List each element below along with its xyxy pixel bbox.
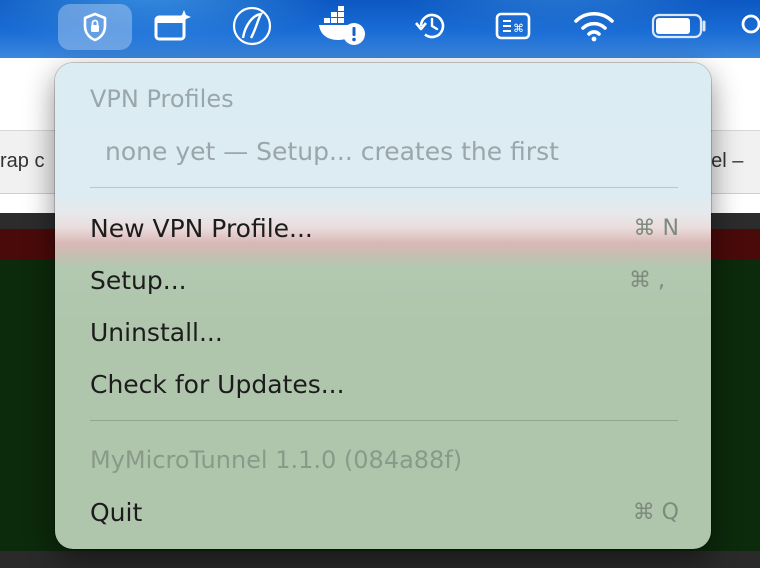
menu-item-label: Check for Updates... — [90, 369, 345, 399]
window-sparkle-icon[interactable] — [146, 0, 198, 52]
menu-empty-note: none yet — Setup... creates the first — [55, 127, 711, 175]
menu-item-shortcut: ⌘ Q — [632, 499, 679, 525]
keyboard-menu-icon[interactable]: ⌘ — [487, 0, 539, 52]
menu-item-uninstall[interactable]: Uninstall... — [55, 308, 711, 356]
background-tab-left-text: rap c — [0, 150, 45, 172]
menu-item-label: Uninstall... — [90, 317, 223, 347]
version-label: MyMicroTunnel 1.1.0 (084a88f) — [90, 446, 463, 474]
menu-item-new-vpn-profile[interactable]: New VPN Profile... ⌘ N — [55, 204, 711, 252]
menu-section-header: VPN Profiles — [55, 75, 711, 123]
menu-item-setup[interactable]: Setup... ⌘ , — [55, 256, 711, 304]
docker-warning-icon[interactable] — [316, 0, 368, 52]
search-icon[interactable] — [738, 0, 760, 52]
menu-item-shortcut: ⌘ N — [633, 215, 679, 241]
menu-item-shortcut: ⌘ , — [629, 267, 665, 293]
background-bottom-bar — [0, 551, 760, 568]
vpn-dropdown-menu: VPN Profiles none yet — Setup... creates… — [55, 63, 711, 549]
vpn-shield-icon[interactable] — [58, 4, 132, 50]
svg-text:⌘: ⌘ — [513, 22, 524, 35]
menu-separator — [90, 187, 678, 188]
empty-note-label: none yet — Setup... creates the first — [105, 136, 559, 166]
menu-bar: ⌘ — [0, 0, 760, 58]
section-header-label: VPN Profiles — [90, 85, 234, 113]
menu-item-quit[interactable]: Quit ⌘ Q — [55, 488, 711, 536]
menu-item-label: Setup... — [90, 265, 187, 295]
menu-version-info: MyMicroTunnel 1.1.0 (084a88f) — [55, 436, 711, 484]
menu-item-check-for-updates[interactable]: Check for Updates... — [55, 360, 711, 408]
menu-item-label: Quit — [90, 497, 143, 527]
battery-icon[interactable] — [650, 0, 710, 52]
time-machine-icon[interactable] — [406, 0, 458, 52]
wifi-icon[interactable] — [568, 0, 620, 52]
menu-item-label: New VPN Profile... — [90, 213, 313, 243]
menu-separator — [90, 420, 678, 421]
swirl-app-icon[interactable] — [226, 0, 278, 52]
